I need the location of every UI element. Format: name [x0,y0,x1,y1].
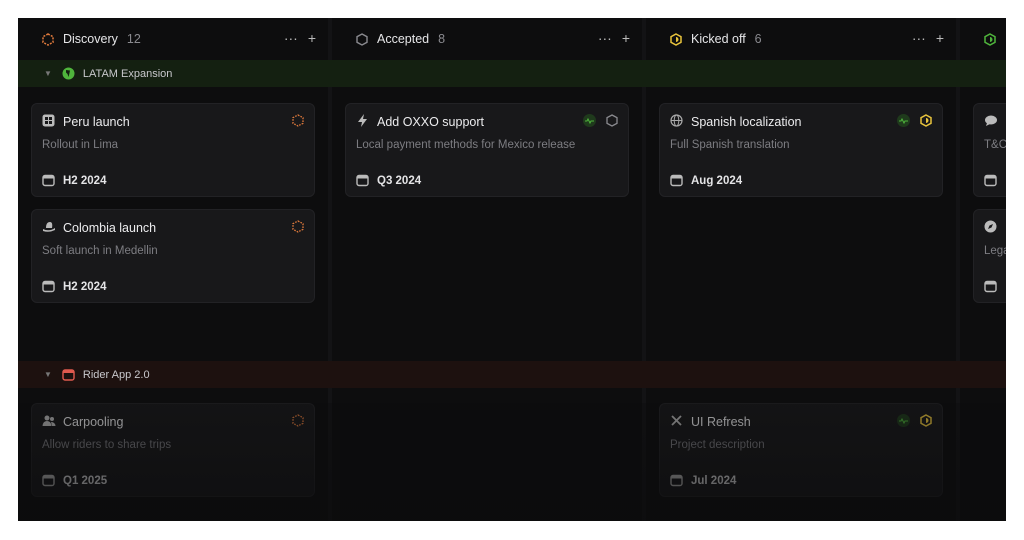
hexagon-dashed-icon[interactable] [292,414,304,427]
column-title: Accepted [377,32,430,46]
hexagon-dashed-icon[interactable] [292,220,304,233]
calendar-icon [42,280,55,293]
globe-icon [670,114,684,128]
board-window: Discovery 12 ··· + Accepted 8 ··· + Kicked… [18,18,1006,521]
calendar-icon [984,174,997,187]
column-count: 12 [126,32,141,46]
calendar-icon [670,174,683,187]
hexagon-half-icon [984,32,996,46]
app-window-icon [62,368,75,381]
grid-icon [42,114,56,128]
activity-pulse-icon [583,114,596,127]
column-header-accepted: Accepted 8 ··· + [332,18,642,60]
group-name: Rider App 2.0 [82,368,150,381]
card-add-oxxo-support[interactable]: Add OXXO support Local payment methods f… [345,103,629,197]
card-date: Q3 2024 [377,175,422,187]
group-header-rider-app[interactable]: ▼ Rider App 2.0 [18,361,1006,388]
activity-pulse-icon [897,414,910,427]
card-description: Rollout in Lima [42,139,119,151]
column-count: 8 [438,32,446,46]
calendar-icon [356,174,369,187]
chat-bubble-icon [984,114,998,128]
globe-americas-icon [62,67,75,80]
add-card-button[interactable]: + [936,31,944,45]
calendar-icon [670,474,683,487]
card-description: T&C [984,139,1006,151]
lightning-icon [356,114,370,128]
column-count: 6 [754,32,762,46]
group-name: LATAM Expansion [82,67,173,80]
card-title: UI Refresh [691,415,751,429]
card-date: Jul 2024 [691,475,737,487]
collapse-triangle-icon[interactable]: ▼ [44,69,52,78]
calendar-icon [42,174,55,187]
column-accepted [332,18,642,521]
card-partial-legal[interactable]: Lega [973,209,1006,303]
hat-icon [42,220,56,234]
compass-icon [984,220,998,234]
column-header-next [960,18,1006,60]
card-description: Local payment methods for Mexico release [356,139,576,151]
card-colombia-launch[interactable]: Colombia launch Soft launch in Medellin … [31,209,315,303]
add-card-button[interactable]: + [622,31,630,45]
card-title: Colombia launch [63,221,157,235]
card-ui-refresh[interactable]: UI Refresh Project description Jul 2024 [659,403,943,497]
card-peru-launch[interactable]: Peru launch Rollout in Lima H2 2024 [31,103,315,197]
card-spanish-localization[interactable]: Spanish localization Full Spanish transl… [659,103,943,197]
more-options-button[interactable]: ··· [598,31,612,45]
hexagon-half-icon [670,32,682,46]
column-header-kicked-off: Kicked off 6 ··· + [646,18,956,60]
users-icon [42,414,56,428]
more-options-button[interactable]: ··· [912,31,926,45]
column-title: Kicked off [691,32,746,46]
card-title: Carpooling [63,415,124,429]
hexagon-icon[interactable] [606,114,618,127]
calendar-icon [984,280,997,293]
card-description: Lega [984,245,1006,257]
column-header-discovery: Discovery 12 ··· + [18,18,328,60]
activity-pulse-icon [897,114,910,127]
card-description: Allow riders to share trips [42,439,172,451]
card-title: Peru launch [63,115,130,129]
card-partial-tc[interactable]: T&C [973,103,1006,197]
card-carpooling[interactable]: Carpooling Allow riders to share trips Q… [31,403,315,497]
more-options-button[interactable]: ··· [284,31,298,45]
column-title: Discovery [63,32,118,46]
calendar-icon [42,474,55,487]
card-date: H2 2024 [63,175,107,187]
card-description: Full Spanish translation [670,139,790,151]
tools-icon [670,414,684,428]
hexagon-dashed-icon[interactable] [292,114,304,127]
card-description: Soft launch in Medellin [42,245,158,257]
group-header-latam[interactable]: ▼ LATAM Expansion [18,60,1006,87]
hexagon-icon [356,32,368,46]
card-title: Spanish localization [691,115,802,129]
card-description: Project description [670,439,765,451]
collapse-triangle-icon[interactable]: ▼ [44,370,52,379]
hexagon-half-icon[interactable] [920,414,932,427]
card-title: Add OXXO support [377,115,485,129]
card-date: Q1 2025 [63,475,108,487]
hexagon-half-icon[interactable] [920,114,932,127]
hexagon-dashed-icon [42,32,54,46]
card-date: Aug 2024 [691,175,743,187]
card-date: H2 2024 [63,281,107,293]
add-card-button[interactable]: + [308,31,316,45]
